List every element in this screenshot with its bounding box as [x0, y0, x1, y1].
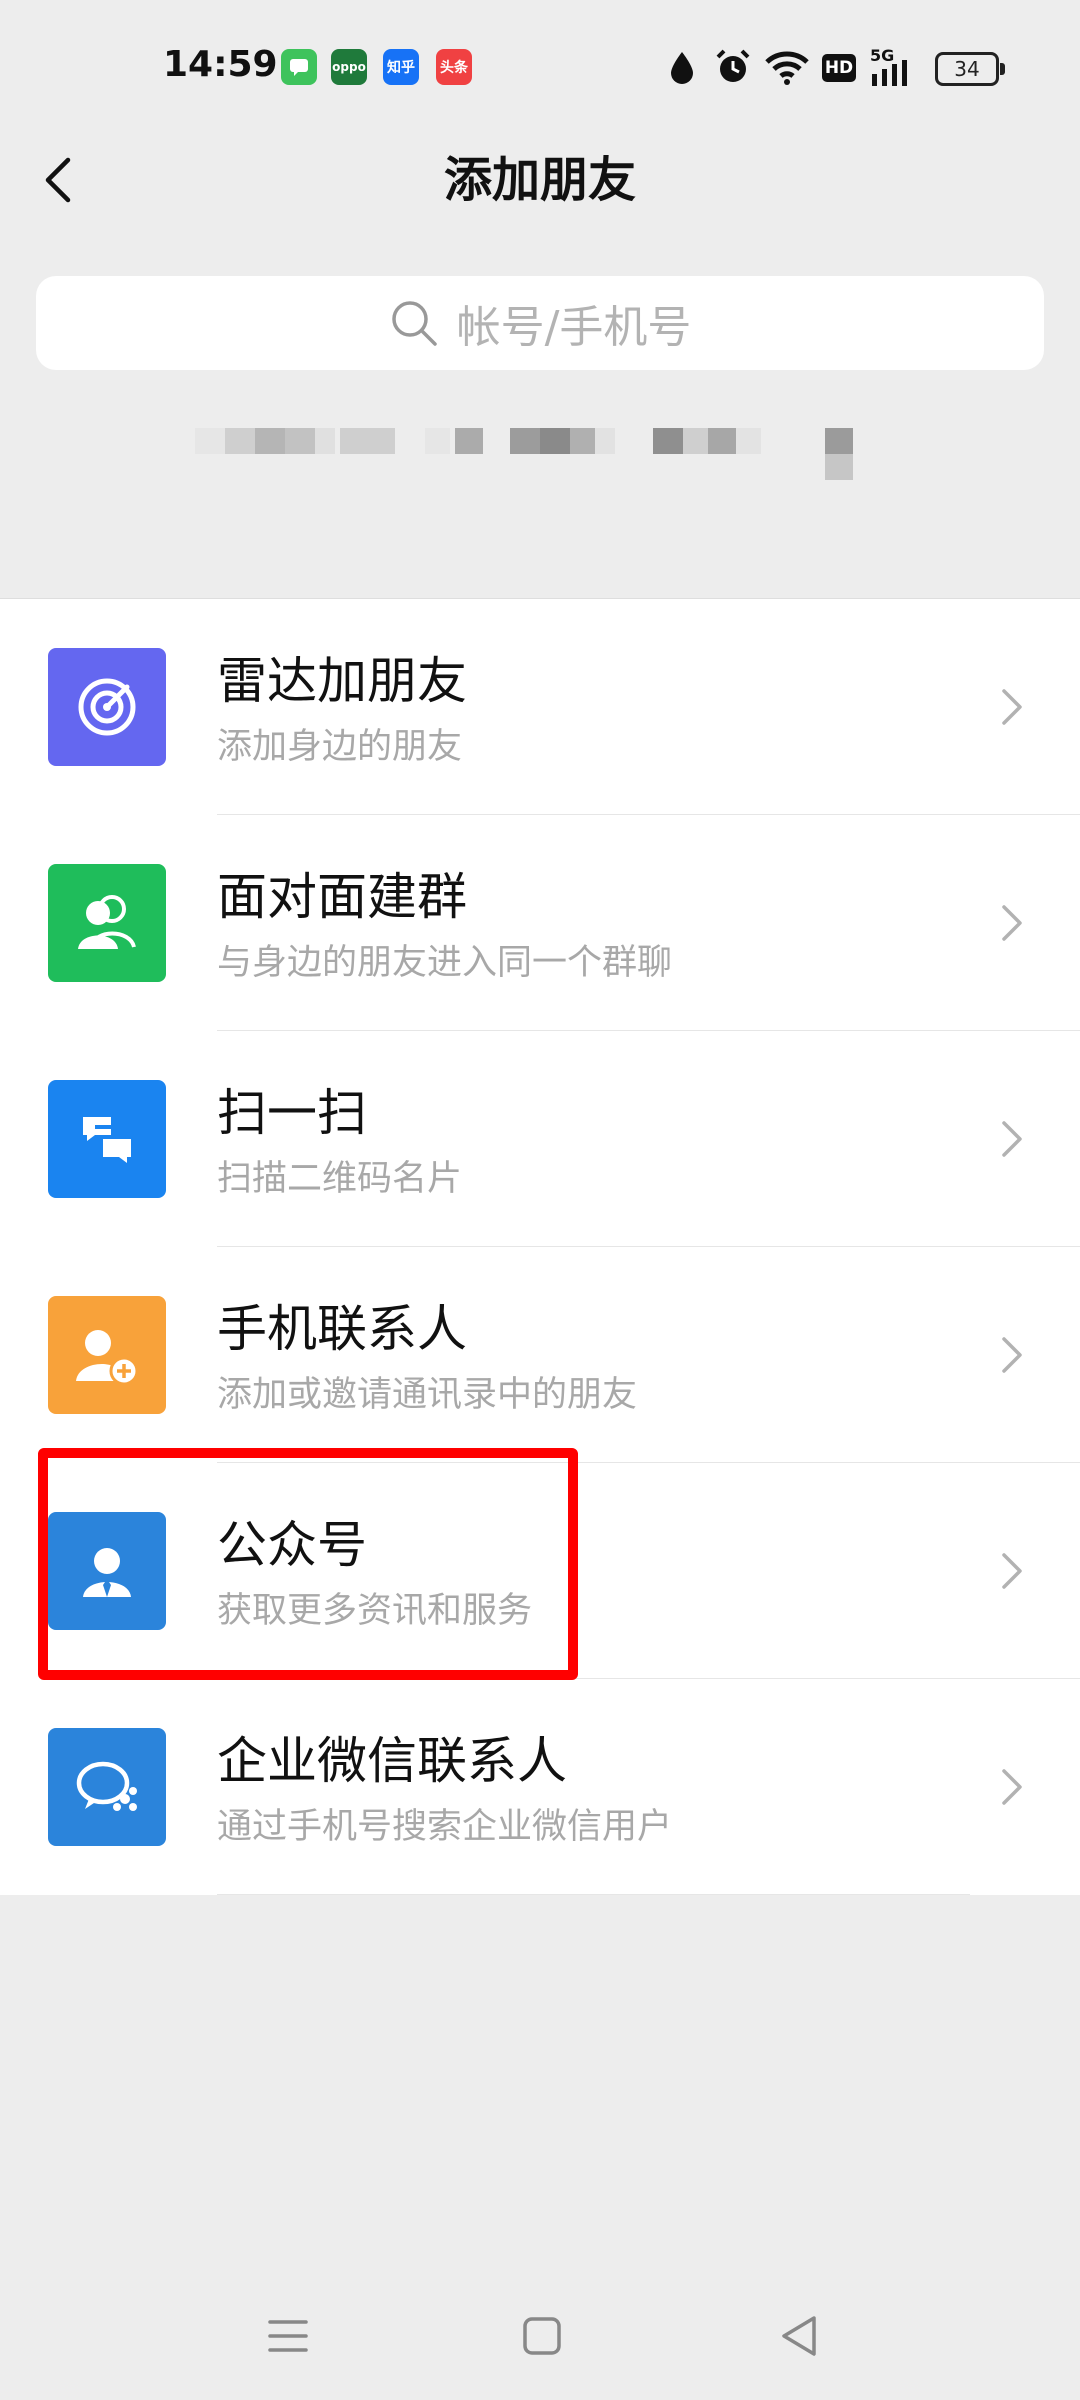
menu-icon[interactable]: [262, 2310, 314, 2362]
message-app-icon: [281, 49, 317, 85]
back-nav-icon[interactable]: [774, 2310, 826, 2362]
search-input[interactable]: 帐号/手机号: [36, 276, 1044, 370]
oppo-app-icon: oppo: [331, 49, 367, 85]
item-title: 扫一扫: [217, 1084, 367, 1142]
list-item-scan[interactable]: 扫一扫 扫描二维码名片: [0, 1031, 1080, 1247]
chevron-right-icon: [1002, 1337, 1022, 1373]
page-title: 添加朋友: [443, 152, 636, 208]
chevron-right-icon: [1002, 689, 1022, 725]
item-title: 手机联系人: [217, 1300, 467, 1358]
list-item-face-to-face-group[interactable]: 面对面建群 与身边的朋友进入同一个群聊: [0, 815, 1080, 1031]
list-item-official-accounts[interactable]: 公众号 获取更多资讯和服务: [0, 1463, 1080, 1679]
group-icon: [48, 864, 166, 982]
zhihu-app-icon: 知乎: [383, 49, 419, 85]
official-account-icon: [48, 1512, 166, 1630]
status-bar: 14:59 oppo 知乎 头条 HD 5G 34: [0, 0, 1080, 140]
chevron-right-icon: [1002, 905, 1022, 941]
status-time: 14:59: [163, 44, 278, 85]
item-title: 面对面建群: [217, 868, 467, 926]
toutiao-app-icon: 头条: [436, 49, 472, 85]
alarm-icon: [716, 49, 750, 82]
signal-icon: [872, 60, 907, 86]
my-account-id-blurred: [195, 424, 855, 484]
item-title: 公众号: [217, 1516, 367, 1574]
search-icon: [391, 301, 437, 346]
add-friend-options-list: 雷达加朋友 添加身边的朋友 面对面建群 与身边的朋友进入同一个群聊 扫一扫 扫描…: [0, 598, 1080, 1895]
home-icon[interactable]: [516, 2310, 568, 2362]
item-subtitle: 扫描二维码名片: [217, 1159, 463, 1199]
search-placeholder: 帐号/手机号: [456, 302, 692, 353]
add-contact-icon: [48, 1296, 166, 1414]
wifi-icon: [765, 51, 809, 85]
item-subtitle: 添加身边的朋友: [217, 727, 463, 767]
battery-indicator: 34: [935, 52, 1005, 86]
item-title: 雷达加朋友: [217, 652, 467, 710]
system-navigation-bar: [0, 2290, 1080, 2380]
divider: [217, 1894, 970, 1895]
scan-icon: [48, 1080, 166, 1198]
chevron-right-icon: [1002, 1121, 1022, 1157]
radar-icon: [48, 648, 166, 766]
item-subtitle: 通过手机号搜索企业微信用户: [217, 1807, 673, 1847]
water-drop-icon: [671, 52, 693, 84]
item-subtitle: 与身边的朋友进入同一个群聊: [217, 943, 673, 983]
item-subtitle: 添加或邀请通讯录中的朋友: [217, 1375, 638, 1415]
chevron-right-icon: [1002, 1769, 1022, 1805]
hd-badge: HD: [822, 54, 856, 82]
wecom-icon: [48, 1728, 166, 1846]
item-title: 企业微信联系人: [217, 1732, 567, 1790]
list-item-radar[interactable]: 雷达加朋友 添加身边的朋友: [0, 599, 1080, 815]
item-subtitle: 获取更多资讯和服务: [217, 1591, 533, 1631]
chevron-right-icon: [1002, 1553, 1022, 1589]
list-item-phone-contacts[interactable]: 手机联系人 添加或邀请通讯录中的朋友: [0, 1247, 1080, 1463]
list-item-wecom-contacts[interactable]: 企业微信联系人 通过手机号搜索企业微信用户: [0, 1679, 1080, 1895]
